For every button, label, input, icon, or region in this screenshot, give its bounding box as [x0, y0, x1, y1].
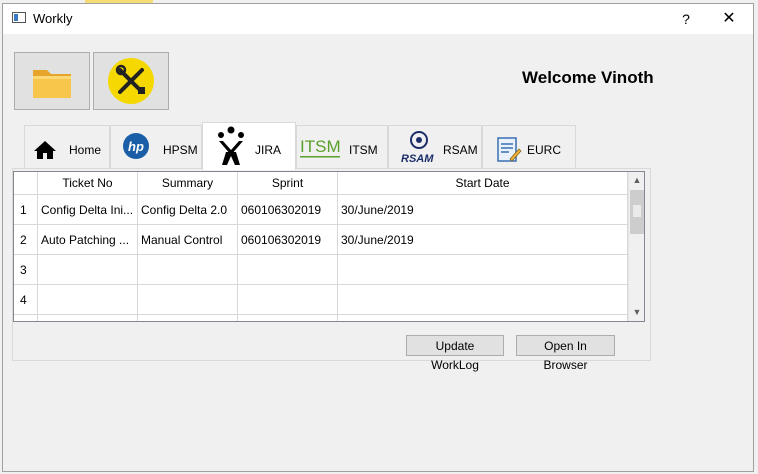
- svg-text:RSAM: RSAM: [401, 153, 434, 165]
- table-cell[interactable]: [238, 285, 338, 315]
- row-header[interactable]: 3: [14, 255, 38, 285]
- row-header[interactable]: 1: [14, 195, 38, 225]
- table-cell[interactable]: [38, 255, 138, 285]
- table-cell[interactable]: [238, 315, 338, 321]
- table-cell[interactable]: [338, 315, 628, 321]
- home-icon: [34, 141, 56, 159]
- tab-jira[interactable]: JIRA: [202, 122, 296, 170]
- tab-itsm[interactable]: ITSM ITSM: [296, 125, 388, 169]
- table-cell[interactable]: Config Delta 2.0: [138, 195, 238, 225]
- settings-button[interactable]: [93, 52, 169, 110]
- tab-home[interactable]: Home: [24, 125, 110, 169]
- tab-label: ITSM: [349, 143, 378, 157]
- table-cell[interactable]: [238, 255, 338, 285]
- svg-text:ITSM: ITSM: [300, 137, 341, 156]
- tab-label: HPSM: [163, 143, 198, 157]
- table-cell[interactable]: 30/June/2019: [338, 195, 628, 225]
- column-header-ticket-no[interactable]: Ticket No: [38, 172, 138, 195]
- tab-label: Home: [69, 143, 102, 157]
- window-title: Workly: [33, 11, 73, 26]
- rsam-icon: RSAM: [401, 131, 434, 165]
- welcome-message: Welcome Vinoth: [522, 68, 654, 87]
- column-header-start-date[interactable]: Start Date: [338, 172, 628, 195]
- scroll-thumb[interactable]: [630, 190, 644, 234]
- row-header[interactable]: 4: [14, 285, 38, 315]
- update-worklog-button[interactable]: Update WorkLog: [406, 335, 504, 372]
- row-header[interactable]: 2: [14, 225, 38, 255]
- row-header[interactable]: [14, 315, 38, 321]
- table-cell[interactable]: [338, 285, 628, 315]
- tab-rsam[interactable]: RSAM RSAM: [388, 125, 482, 169]
- table-cell[interactable]: [338, 255, 628, 285]
- hp-icon: hp: [123, 133, 149, 159]
- tab-label: JIRA: [255, 143, 282, 157]
- table-cell[interactable]: Config Delta Ini...: [38, 195, 138, 225]
- itsm-icon: ITSM: [300, 137, 341, 158]
- eurc-icon: [497, 137, 522, 162]
- table-cell[interactable]: Auto Patching ...: [38, 225, 138, 255]
- folder-icon: [33, 70, 71, 98]
- help-button[interactable]: ?: [675, 9, 697, 29]
- scroll-up-icon[interactable]: ▲: [629, 172, 644, 189]
- tab-hpsm[interactable]: hp HPSM: [110, 125, 202, 169]
- column-header-sprint[interactable]: Sprint: [238, 172, 338, 195]
- title-bar: Workly ? ✕: [3, 4, 753, 34]
- table-cell[interactable]: [138, 255, 238, 285]
- tickets-table[interactable]: Ticket No Summary Sprint Start Date 1 Co…: [13, 171, 645, 322]
- table-cell[interactable]: 060106302019: [238, 195, 338, 225]
- column-header-summary[interactable]: Summary: [138, 172, 238, 195]
- table-cell[interactable]: [138, 315, 238, 321]
- open-folder-button[interactable]: [14, 52, 90, 110]
- scroll-down-icon[interactable]: ▼: [629, 304, 644, 321]
- table-cell[interactable]: [138, 285, 238, 315]
- table-corner: [14, 172, 38, 195]
- tools-icon: [108, 58, 154, 104]
- tab-label: RSAM: [443, 143, 478, 157]
- table-cell[interactable]: [38, 285, 138, 315]
- svg-text:hp: hp: [128, 139, 144, 154]
- close-button[interactable]: ✕: [717, 9, 741, 29]
- table-cell[interactable]: 060106302019: [238, 225, 338, 255]
- table-cell[interactable]: 30/June/2019: [338, 225, 628, 255]
- table-cell[interactable]: Manual Control: [138, 225, 238, 255]
- open-in-browser-button[interactable]: Open In Browser: [516, 335, 615, 372]
- app-icon: [12, 12, 26, 23]
- vertical-scrollbar[interactable]: ▲ ▼: [628, 172, 644, 321]
- tab-label: EURC: [527, 143, 562, 157]
- tab-eurc[interactable]: EURC: [482, 125, 576, 169]
- jira-icon: [218, 126, 244, 165]
- table-cell[interactable]: [38, 315, 138, 321]
